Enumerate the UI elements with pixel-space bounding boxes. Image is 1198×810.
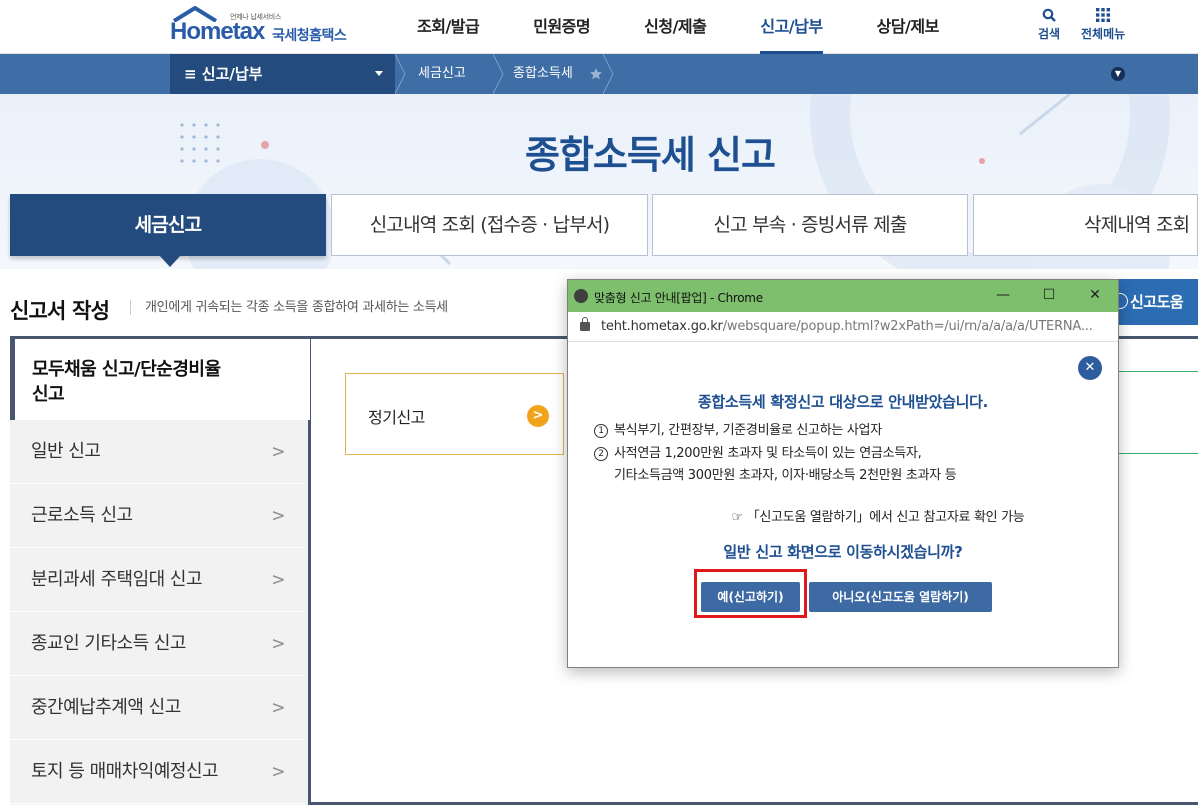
nav-inquiry[interactable]: 조회/발급 bbox=[390, 0, 506, 54]
search-icon bbox=[1042, 8, 1056, 22]
breadcrumb-income-tax[interactable]: 종합소득세 bbox=[513, 54, 573, 94]
yes-report-button[interactable]: 예(신고하기) bbox=[701, 582, 800, 612]
page-root: 언제나 납세서비스 Hometax 국세청홈택스 조회/발급 민원증명 신청/제… bbox=[0, 0, 1198, 810]
chevron-right-icon: > bbox=[271, 506, 285, 526]
sidebar-item-label: 분리과세 주택임대 신고 bbox=[31, 569, 203, 590]
number-badge: 1 bbox=[594, 424, 608, 438]
page-title: 종합소득세 신고 bbox=[525, 133, 776, 177]
report-help-label: 신고도움 bbox=[1130, 293, 1184, 311]
chevron-right-icon: > bbox=[271, 762, 285, 782]
search-label: 검색 bbox=[1038, 27, 1061, 41]
chevron-right-icon: > bbox=[271, 442, 285, 462]
chevron-right-icon: > bbox=[271, 634, 285, 654]
sidebar-item-label: 중간예납추계액 신고 bbox=[31, 697, 181, 718]
popup-line-2-text: 사적연금 1,200만원 초과자 및 타소득이 있는 연금소득자, bbox=[614, 446, 922, 461]
sidebar-item-housing-rental[interactable]: 분리과세 주택임대 신고 > bbox=[10, 548, 305, 612]
sidebar-item-prefilled-line2: 신고 bbox=[32, 384, 65, 405]
popup-question: 일반 신고 화면으로 이동하시겠습니까? bbox=[723, 543, 963, 561]
sub-nav: ≡ 신고/납부 세금신고 종합소득세 ▼ bbox=[0, 54, 1198, 94]
divider-line bbox=[1118, 453, 1198, 454]
caret-down-icon bbox=[375, 71, 383, 76]
sidebar-item-label: 일반 신고 bbox=[31, 441, 101, 462]
number-badge: 2 bbox=[594, 447, 608, 461]
tab-tax-report[interactable]: 세금신고 bbox=[10, 194, 326, 267]
expand-chevron-icon[interactable]: ▼ bbox=[1111, 67, 1125, 81]
tab-attachment-submit[interactable]: 신고 부속 · 증빙서류 제출 bbox=[652, 194, 968, 256]
section-title: 신고서 작성 bbox=[10, 299, 110, 323]
popup-window: 맞춤형 신고 안내[팝업] - Chrome — ☐ ✕ teht.hometa… bbox=[567, 279, 1119, 668]
tab-tax-report-label: 세금신고 bbox=[134, 214, 203, 236]
popup-url-path: /websquare/popup.html?w2xPath=/ui/rn/a/a… bbox=[722, 319, 1093, 334]
sidebar-list: 일반 신고 > 근로소득 신고 > 분리과세 주택임대 신고 > 종교인 기타소… bbox=[10, 420, 308, 805]
no-view-help-button[interactable]: 아니오(신고도움 열람하기) bbox=[809, 582, 992, 612]
breadcrumb-separator-icon bbox=[395, 54, 406, 94]
sidebar-item-land-trade[interactable]: 토지 등 매매차익예정신고 > bbox=[10, 740, 305, 804]
popup-address-bar[interactable]: teht.hometax.go.kr/websquare/popup.html?… bbox=[568, 312, 1118, 342]
popup-close-button[interactable]: ✕ bbox=[1078, 356, 1102, 380]
breadcrumb-tax-report[interactable]: 세금신고 bbox=[418, 54, 466, 94]
sidebar-item-label: 종교인 기타소득 신고 bbox=[31, 633, 186, 654]
tab-deleted-history[interactable]: 삭제내역 조회 bbox=[973, 194, 1198, 256]
popup-titlebar[interactable]: 맞춤형 신고 안내[팝업] - Chrome — ☐ ✕ bbox=[568, 280, 1118, 312]
popup-window-title: 맞춤형 신고 안내[팝업] - Chrome bbox=[594, 291, 763, 305]
tab-report-history[interactable]: 신고내역 조회 (접수증 · 납부서) bbox=[331, 194, 648, 256]
lock-icon bbox=[580, 317, 590, 331]
popup-url: teht.hometax.go.kr/websquare/popup.html?… bbox=[601, 319, 1093, 334]
sidebar-item-prefilled[interactable]: 모두채움 신고/단순경비율 신고 bbox=[10, 336, 310, 420]
sidebar-item-label: 근로소득 신고 bbox=[31, 505, 133, 526]
hometax-logo[interactable]: 언제나 납세서비스 Hometax 국세청홈택스 bbox=[170, 6, 355, 48]
all-menu-button[interactable]: 전체메뉴 bbox=[1081, 8, 1125, 42]
category-dropdown[interactable]: ≡ 신고/납부 bbox=[170, 54, 395, 94]
sidebar-item-label: 토지 등 매매차익예정신고 bbox=[31, 761, 219, 782]
favorite-star-icon[interactable] bbox=[589, 67, 603, 81]
sidebar-item-interim-prepayment[interactable]: 중간예납추계액 신고 > bbox=[10, 676, 305, 740]
popup-url-host: teht.hometax.go.kr bbox=[601, 319, 723, 334]
all-menu-label: 전체메뉴 bbox=[1081, 27, 1126, 41]
nav-consult[interactable]: 상담/제보 bbox=[850, 0, 966, 54]
maximize-icon[interactable]: ☐ bbox=[1026, 280, 1072, 312]
top-header: 언제나 납세서비스 Hometax 국세청홈택스 조회/발급 민원증명 신청/제… bbox=[0, 0, 1198, 54]
regular-report-label: 정기신고 bbox=[368, 408, 425, 427]
arrow-right-circle-icon: > bbox=[527, 405, 549, 427]
popup-heading: 종합소득세 확정신고 대상으로 안내받았습니다. bbox=[697, 393, 989, 411]
sidebar-item-prefilled-line1: 모두채움 신고/단순경비율 bbox=[32, 359, 221, 380]
sidebar-item-general[interactable]: 일반 신고 > bbox=[10, 420, 305, 484]
chevron-right-icon: > bbox=[271, 698, 285, 718]
search-button[interactable]: 검색 bbox=[1038, 8, 1060, 42]
breadcrumb-separator-icon bbox=[493, 54, 504, 94]
popup-note: ☞ 「신고도움 열람하기」에서 신고 참고자료 확인 가능 bbox=[731, 510, 1025, 525]
divider-line bbox=[1118, 371, 1198, 372]
window-close-icon[interactable]: ✕ bbox=[1072, 280, 1118, 312]
section-description: 개인에게 귀속되는 각종 소득을 종합하여 과세하는 소득세 bbox=[130, 300, 448, 315]
popup-line-3: 기타소득금액 300만원 초과자, 이자·배당소득 2천만원 초과자 등 bbox=[614, 468, 957, 483]
breadcrumb-separator-icon bbox=[603, 54, 614, 94]
sidebar-item-earned-income[interactable]: 근로소득 신고 > bbox=[10, 484, 305, 548]
popup-line-2: 2 사적연금 1,200만원 초과자 및 타소득이 있는 연금소득자, bbox=[594, 442, 922, 461]
regular-report-card[interactable]: 정기신고 > bbox=[345, 373, 564, 455]
nav-certificate[interactable]: 민원증명 bbox=[506, 0, 617, 54]
category-dropdown-label: ≡ 신고/납부 bbox=[184, 65, 263, 83]
report-help-button[interactable]: 신고도움 bbox=[1110, 279, 1198, 325]
nav-application[interactable]: 신청/제출 bbox=[617, 0, 733, 54]
tab-pointer-icon bbox=[159, 255, 181, 267]
grid-menu-icon bbox=[1096, 8, 1111, 22]
popup-line-1-text: 복식부기, 간편장부, 기준경비율로 신고하는 사업자 bbox=[614, 423, 882, 438]
minimize-icon[interactable]: — bbox=[980, 280, 1026, 312]
nav-report-payment[interactable]: 신고/납부 bbox=[733, 0, 849, 54]
logo-word: Hometax bbox=[170, 18, 265, 45]
sidebar-item-religious[interactable]: 종교인 기타소득 신고 > bbox=[10, 612, 305, 676]
globe-icon bbox=[574, 289, 588, 303]
chevron-right-icon: > bbox=[271, 570, 285, 590]
main-nav: 조회/발급 민원증명 신청/제출 신고/납부 상담/제보 bbox=[390, 0, 966, 54]
logo-name: 국세청홈택스 bbox=[272, 28, 347, 44]
popup-line-1: 1 복식부기, 간편장부, 기준경비율로 신고하는 사업자 bbox=[594, 419, 882, 438]
